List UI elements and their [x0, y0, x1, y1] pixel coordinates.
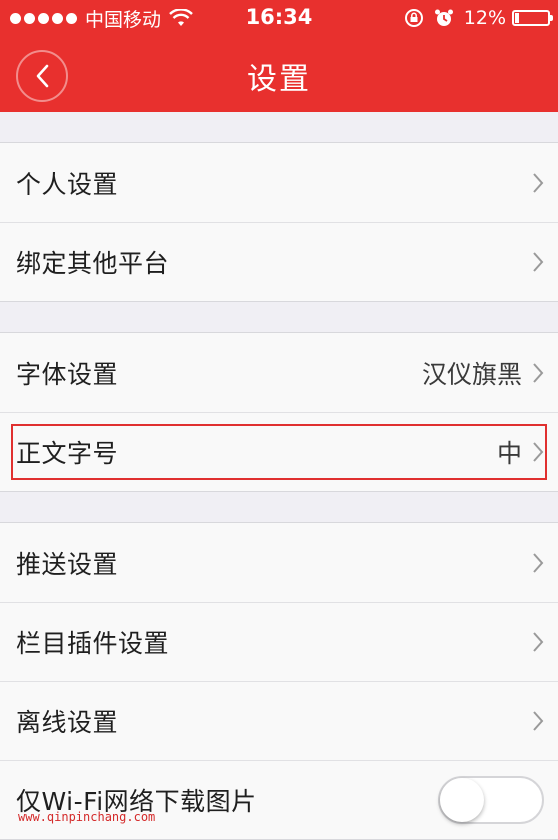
settings-group-account: 个人设置 绑定其他平台 [0, 142, 558, 302]
wifi-only-images-toggle[interactable] [438, 776, 544, 824]
settings-group-other: 推送设置 栏目插件设置 离线设置 仅Wi-Fi网络下载图片 [0, 522, 558, 840]
chevron-right-icon [533, 552, 544, 573]
settings-item-label: 正文字号 [16, 439, 119, 468]
rotation-lock-icon [404, 9, 423, 27]
settings-item-push[interactable]: 推送设置 [0, 523, 558, 602]
settings-item-value: 中 [496, 439, 522, 468]
status-bar: 中国移动 16:34 12% [0, 0, 558, 36]
nav-bar: 设置 [0, 36, 558, 112]
settings-item-offline[interactable]: 离线设置 [0, 681, 558, 760]
settings-item-label: 推送设置 [16, 549, 119, 579]
settings-item-label: 离线设置 [16, 708, 119, 737]
settings-list: 个人设置 绑定其他平台 字体设置 汉仪旗黑 正文字号 中 推送设置 栏目插件设置 [0, 112, 558, 840]
settings-group-font: 字体设置 汉仪旗黑 正文字号 中 [0, 332, 558, 492]
chevron-right-icon [533, 362, 544, 383]
battery-percentage: 12% [463, 7, 506, 29]
settings-item-value: 汉仪旗黑 [421, 359, 522, 389]
settings-item-body-font-size[interactable]: 正文字号 中 [0, 412, 558, 491]
chevron-right-icon [533, 172, 544, 193]
page-title: 设置 [247, 62, 311, 97]
status-right: 12% [404, 6, 553, 30]
chevron-right-icon [533, 252, 544, 272]
settings-item-label: 栏目插件设置 [16, 629, 170, 658]
settings-item-label: 绑定其他平台 [16, 249, 170, 278]
settings-item-label: 字体设置 [16, 359, 119, 389]
chevron-right-icon [533, 711, 544, 731]
toggle-knob [440, 778, 484, 822]
chevron-right-icon [533, 442, 544, 462]
header-bar: 中国移动 16:34 12% 设置 [0, 0, 558, 112]
settings-item-label: 个人设置 [16, 169, 119, 199]
battery-fill [515, 13, 519, 23]
battery-icon [512, 10, 553, 26]
chevron-right-icon [533, 632, 544, 652]
alarm-icon [434, 9, 453, 26]
settings-item-bind-platforms[interactable]: 绑定其他平台 [0, 222, 558, 301]
settings-item-column-plugins[interactable]: 栏目插件设置 [0, 602, 558, 681]
settings-item-wifi-images: 仅Wi-Fi网络下载图片 [0, 760, 558, 839]
watermark: www.qinpinchang.com [18, 810, 156, 824]
settings-item-font[interactable]: 字体设置 汉仪旗黑 [0, 333, 558, 412]
settings-item-personal[interactable]: 个人设置 [0, 143, 558, 222]
